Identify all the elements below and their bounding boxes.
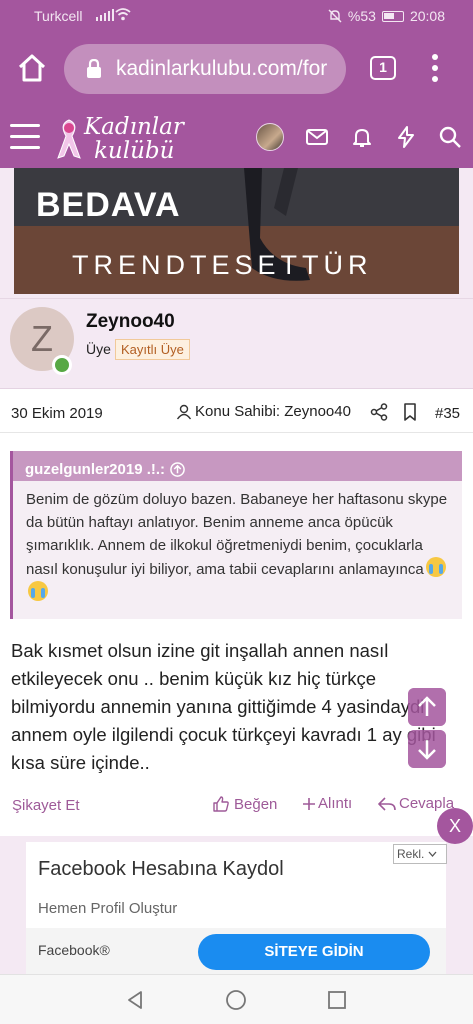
site-logo[interactable]: Kadınlar kulübü [54,112,194,164]
scroll-down-icon[interactable] [408,730,446,768]
quote-header[interactable]: guzelgunler2019 .!.: [13,451,462,481]
mail-icon[interactable] [305,125,329,149]
like-button[interactable]: Beğen [212,795,277,813]
signal-icon [96,9,114,21]
ad-close-button[interactable]: X [437,808,473,844]
wifi-icon [115,8,131,21]
like-label: Beğen [234,795,278,813]
ad-title[interactable]: Facebook Hesabına Kaydol [38,858,284,881]
reply-icon [378,796,396,811]
quote-block: guzelgunler2019 .!.: Benim de gözüm dolu… [10,451,462,619]
address-bar[interactable]: kadinlarkulubu.com/for [64,44,346,94]
hamburger-menu-icon[interactable] [10,124,40,150]
quote-text: Benim de gözüm doluyo bazen. Babaneye he… [26,491,448,578]
quote-button[interactable]: Alıntı [302,795,352,812]
banner-tagline: BEDAVA [36,186,181,224]
ad-source: Facebook® [38,942,110,958]
quote-body: Benim de gözüm doluyo bazen. Babaneye he… [13,481,462,605]
post-date[interactable]: 30 Ekim 2019 [11,405,103,422]
bell-icon[interactable] [350,125,374,149]
facebook-ad[interactable]: Facebook Hesabına Kaydol Hemen Profil Ol… [26,842,446,974]
browser-menu-icon[interactable] [432,54,440,84]
ribbon-icon [57,119,81,159]
banner-brand: TRENDTESETTÜR [72,250,373,280]
post-message: Bak kısmet olsun izine git inşallah anne… [11,640,436,773]
ad-subtitle: Hemen Profil Oluştur [38,900,178,917]
tab-switcher-button[interactable]: 1 [370,56,396,80]
thumbs-up-icon [213,796,229,812]
user-avatar[interactable] [256,123,284,151]
page-content: BEDAVA TRENDTESETTÜR Z Zeynoo40 Üye Kayı… [0,168,473,974]
site-header: Kadınlar kulübü [0,106,473,168]
home-icon[interactable] [16,52,48,84]
author-name[interactable]: Zeynoo40 [86,311,175,333]
system-nav-bar [0,974,473,1024]
bookmark-icon[interactable] [402,403,418,421]
post-actions: Şikayet Et Beğen Alıntı Cevapla [0,789,473,825]
online-indicator [52,355,72,375]
back-icon[interactable] [124,989,146,1011]
quote-label: Alıntı [318,795,353,812]
clock: 20:08 [409,8,445,24]
report-link[interactable]: Şikayet Et [12,797,80,814]
forum-post: Z Zeynoo40 Üye Kayıtlı Üye 30 Ekim 2019 … [0,298,473,836]
ad-label[interactable]: Rekl. [393,844,447,864]
user-icon [176,404,192,419]
post-number[interactable]: #35 [435,405,460,422]
battery-percent: %53 [347,8,376,24]
recent-apps-icon[interactable] [326,989,348,1011]
ad-footer: Facebook® SİTEYE GİDİN [26,928,446,974]
ad-banner[interactable]: BEDAVA TRENDTESETTÜR [14,168,459,294]
scroll-up-icon[interactable] [408,688,446,726]
browser-toolbar: kadinlarkulubu.com/for 1 [0,32,473,106]
ad-label-text: Rekl. [397,847,425,861]
lock-icon [87,59,101,78]
search-icon[interactable] [438,125,462,149]
author-role: Üye [86,341,111,357]
topic-owner: Konu Sahibi: Zeynoo40 [176,403,351,420]
crying-emoji-icon [28,581,48,601]
ad-cta-button[interactable]: SİTEYE GİDİN [198,934,430,970]
lightning-icon[interactable] [394,125,418,149]
author-badge: Kayıtlı Üye [115,339,190,360]
reply-button[interactable]: Cevapla [378,795,454,812]
logo-line1: Kadınlar [84,114,184,140]
battery-icon [381,10,404,22]
post-meta: 30 Ekim 2019 Konu Sahibi: Zeynoo40 #35 [0,389,473,433]
crying-emoji-icon [425,557,446,577]
carrier-name: Turkcell [34,8,83,24]
plus-icon [303,797,315,810]
home-circle-icon[interactable] [225,989,247,1011]
status-bar: Turkcell %53 20:08 [0,0,473,32]
arrow-up-circle-icon[interactable] [170,461,185,477]
url-text: kadinlarkulubu.com/for [116,57,328,80]
share-icon[interactable] [370,403,388,421]
chevron-down-icon [428,851,437,857]
topic-owner-label: Konu Sahibi: Zeynoo40 [195,403,351,420]
mute-icon [328,9,342,23]
post-author-bar: Z Zeynoo40 Üye Kayıtlı Üye [0,299,473,389]
quote-author: guzelgunler2019 .!.: [25,460,166,478]
logo-line2: kulübü [94,138,175,164]
